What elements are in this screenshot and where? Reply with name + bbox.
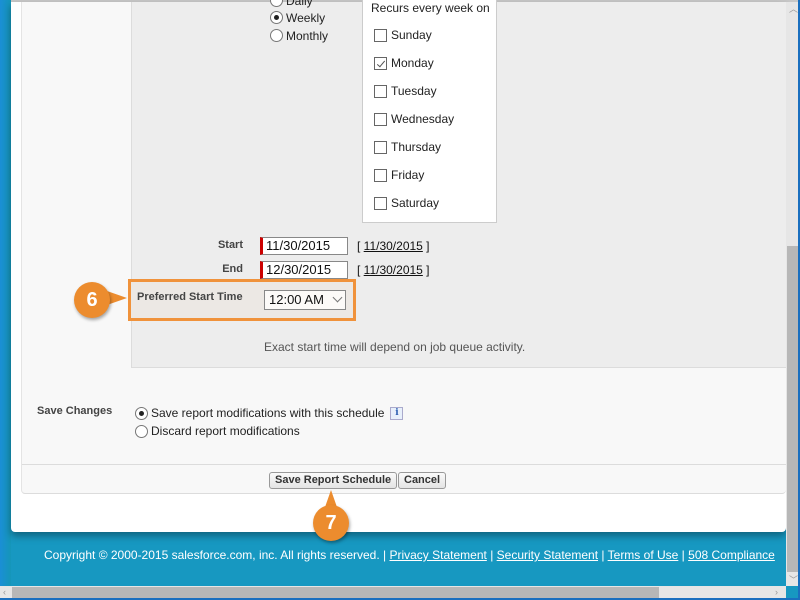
vertical-scrollbar-thumb[interactable] <box>787 246 798 572</box>
radio-discard-modifications[interactable] <box>135 424 148 438</box>
checkbox-wednesday[interactable] <box>374 112 387 126</box>
radio-save-modifications[interactable] <box>135 406 148 420</box>
frequency-monthly[interactable]: Monthly <box>270 29 328 43</box>
start-time-note: Exact start time will depend on job queu… <box>264 340 526 354</box>
checkbox-saturday[interactable] <box>374 196 387 210</box>
page-background-left <box>0 0 11 600</box>
end-label: End <box>222 263 243 275</box>
checkbox-sunday[interactable] <box>374 28 387 42</box>
chevron-down-icon <box>332 292 343 303</box>
info-icon[interactable]: i <box>390 406 404 420</box>
save-modifications-option[interactable]: Save report modifications with this sche… <box>135 406 404 420</box>
scroll-left-arrow-icon[interactable]: ‹ <box>3 587 6 597</box>
end-date-input[interactable]: 12/30/2015 <box>260 261 348 279</box>
checkbox-friday[interactable] <box>374 168 387 182</box>
day-wednesday[interactable]: Wednesday <box>374 112 454 126</box>
frequency-weekly[interactable]: Weekly <box>270 11 325 25</box>
callout-step-7: 7 <box>313 505 349 541</box>
compliance-508-link[interactable]: 508 Compliance <box>688 548 775 562</box>
weekly-title: Recurs every week on <box>371 1 490 15</box>
preferred-start-time-select[interactable]: 12:00 AM <box>264 290 346 310</box>
save-changes-label: Save Changes <box>37 405 113 417</box>
radio-monthly[interactable] <box>270 29 283 43</box>
terms-of-use-link[interactable]: Terms of Use <box>608 548 679 562</box>
start-date-today: [ 11/30/2015 ] <box>357 239 430 253</box>
start-date-link[interactable]: 11/30/2015 <box>364 239 423 253</box>
end-date-link[interactable]: 11/30/2015 <box>364 263 423 277</box>
day-monday[interactable]: Monday <box>374 56 434 70</box>
day-friday[interactable]: Friday <box>374 168 424 182</box>
horizontal-scrollbar-thumb[interactable] <box>12 587 659 598</box>
scroll-down-arrow-icon[interactable]: ﹀ <box>789 573 798 586</box>
preferred-start-time-label: Preferred Start Time <box>137 291 243 303</box>
day-tuesday[interactable]: Tuesday <box>374 84 437 98</box>
day-thursday[interactable]: Thursday <box>374 140 441 154</box>
end-date-today: [ 11/30/2015 ] <box>357 263 430 277</box>
start-date-input[interactable]: 11/30/2015 <box>260 237 348 255</box>
security-statement-link[interactable]: Security Statement <box>497 548 598 562</box>
scroll-right-arrow-icon[interactable]: › <box>775 587 778 597</box>
radio-weekly[interactable] <box>270 11 283 25</box>
day-sunday[interactable]: Sunday <box>374 28 432 42</box>
scroll-up-arrow-icon[interactable]: ︿ <box>789 2 798 15</box>
callout-step-6: 6 <box>74 282 110 318</box>
frequency-daily[interactable]: Daily <box>270 0 313 8</box>
checkbox-tuesday[interactable] <box>374 84 387 98</box>
copyright-text: Copyright © 2000-2015 salesforce.com, in… <box>44 548 387 562</box>
checkbox-thursday[interactable] <box>374 140 387 154</box>
checkbox-monday[interactable] <box>374 56 387 70</box>
privacy-statement-link[interactable]: Privacy Statement <box>389 548 486 562</box>
weekly-days-box: Recurs every week on Sunday Monday Tuesd… <box>362 0 497 223</box>
save-report-schedule-button[interactable]: Save Report Schedule <box>269 472 398 489</box>
callout-6-pointer <box>107 291 127 305</box>
start-label: Start <box>217 239 243 251</box>
discard-modifications-option[interactable]: Discard report modifications <box>135 424 300 438</box>
cancel-button[interactable]: Cancel <box>398 472 447 489</box>
radio-daily[interactable] <box>270 0 283 8</box>
footer: Copyright © 2000-2015 salesforce.com, in… <box>44 548 775 562</box>
day-saturday[interactable]: Saturday <box>374 196 439 210</box>
